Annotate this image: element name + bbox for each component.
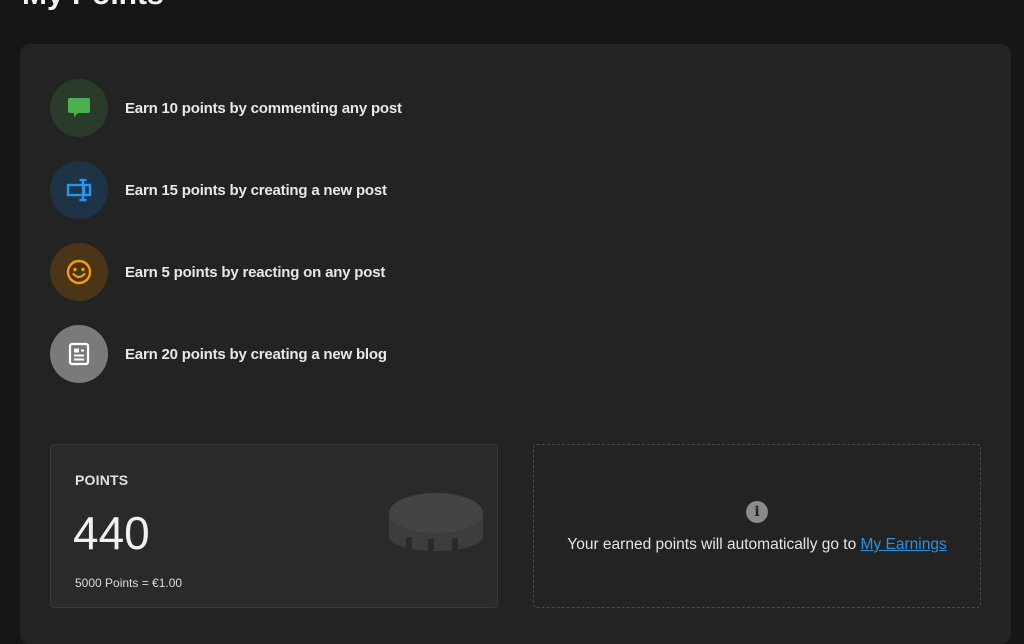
create-post-icon — [50, 161, 108, 219]
rule-text: Earn 20 points by creating a new blog — [125, 345, 387, 363]
points-box: POINTS 440 5000 Points = €1.00 — [50, 444, 498, 608]
rule-text: Earn 10 points by commenting any post — [125, 99, 402, 117]
coins-icon — [389, 493, 483, 553]
rule-react: Earn 5 points by reacting on any post — [50, 243, 385, 301]
rule-comment: Earn 10 points by commenting any post — [50, 79, 402, 137]
page-title: My Points — [22, 0, 164, 12]
info-icon: i — [746, 501, 768, 523]
points-value: 440 — [73, 507, 150, 559]
comment-icon — [50, 79, 108, 137]
rule-text: Earn 15 points by creating a new post — [125, 181, 387, 199]
blog-icon — [50, 325, 108, 383]
info-message: Your earned points will automatically go… — [534, 536, 980, 554]
rule-create-post: Earn 15 points by creating a new post — [50, 161, 387, 219]
info-box: i Your earned points will automatically … — [533, 444, 981, 608]
my-earnings-link[interactable]: My Earnings — [861, 536, 947, 553]
info-text: Your earned points will automatically go… — [567, 536, 861, 553]
points-rate: 5000 Points = €1.00 — [75, 576, 183, 590]
rule-blog: Earn 20 points by creating a new blog — [50, 325, 387, 383]
rule-text: Earn 5 points by reacting on any post — [125, 263, 386, 281]
smile-icon — [50, 243, 108, 301]
points-card: Earn 10 points by commenting any post Ea… — [20, 44, 1011, 644]
points-label: POINTS — [75, 472, 129, 488]
